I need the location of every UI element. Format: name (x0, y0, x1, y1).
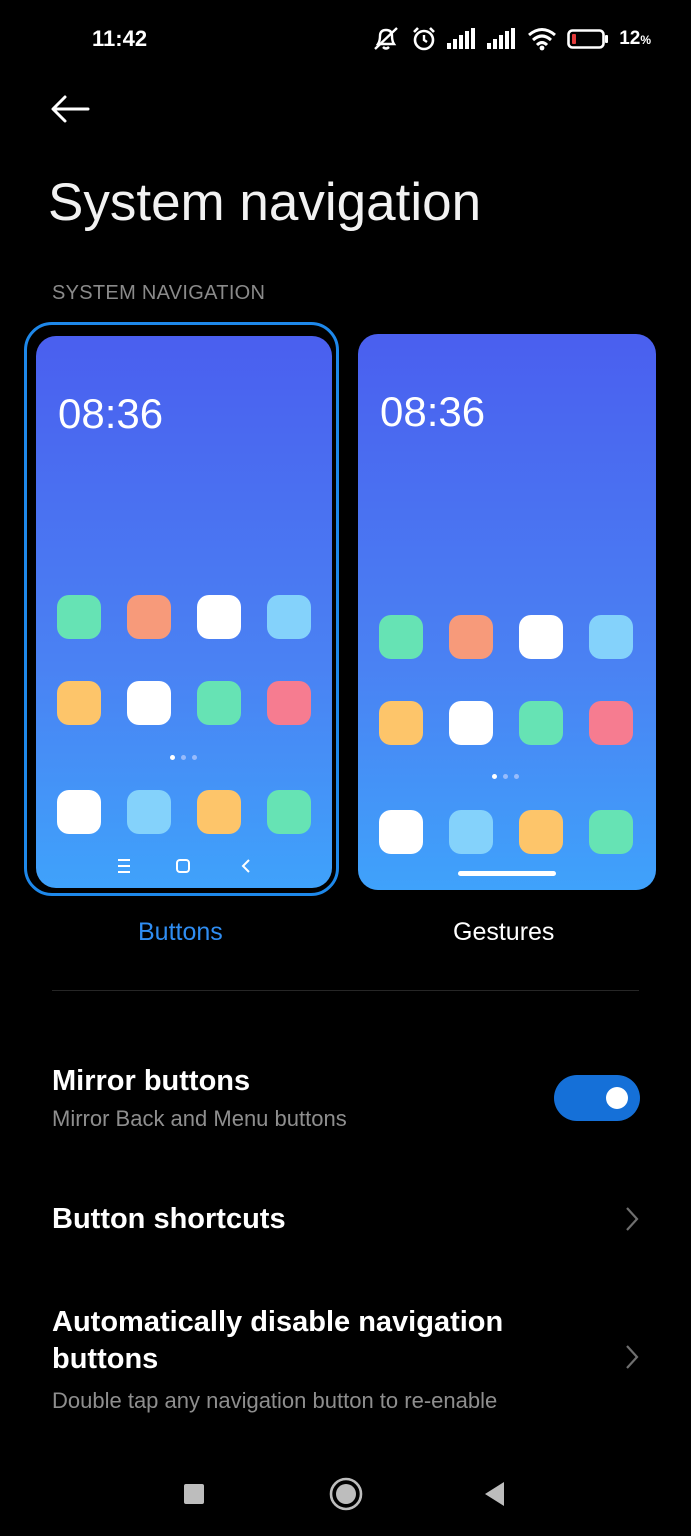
app-icon (449, 701, 493, 745)
page-indicator (170, 755, 197, 760)
gesture-bar (458, 871, 556, 876)
preview-clock: 08:36 (58, 390, 164, 437)
toggle-knob (606, 1087, 628, 1109)
auto-disable-subtitle: Double tap any navigation button to re-e… (52, 1388, 498, 1413)
auto-disable-title: Automatically disable navigation buttons (52, 1306, 504, 1375)
app-icon (267, 595, 311, 639)
app-icon (519, 701, 563, 745)
preview-nav-buttons (118, 859, 250, 873)
mirror-buttons-toggle[interactable] (554, 1075, 640, 1121)
section-label: SYSTEM NAVIGATION (52, 282, 266, 304)
home-icon (176, 859, 190, 873)
app-icon (127, 790, 171, 834)
page-indicator (492, 774, 519, 779)
chevron-right-icon (626, 1207, 639, 1231)
app-icon (267, 790, 311, 834)
app-icon (127, 595, 171, 639)
preview-clock: 08:36 (380, 388, 486, 435)
buttons-preview-card[interactable]: 08:36 (36, 336, 332, 888)
status-icons: 12% (371, 24, 651, 54)
wifi-icon (528, 28, 557, 51)
back-icon (241, 859, 250, 873)
app-icon (197, 790, 241, 834)
app-icon (589, 810, 633, 854)
app-icon (379, 615, 423, 659)
silent-alarm-icon (374, 27, 399, 50)
page-title: System navigation (48, 173, 482, 232)
mirror-buttons-title: Mirror buttons (52, 1065, 251, 1097)
mirror-buttons-subtitle: Mirror Back and Menu buttons (52, 1106, 347, 1131)
app-icon (449, 615, 493, 659)
menu-icon (118, 859, 130, 873)
system-navigation-bar (184, 1477, 504, 1511)
mirror-buttons-row[interactable]: Mirror buttons Mirror Back and Menu butt… (52, 1063, 532, 1132)
recents-icon (184, 1484, 204, 1504)
app-icon (57, 595, 101, 639)
app-icon (127, 681, 171, 725)
battery-percentage: 12% (619, 28, 651, 49)
home-icon (329, 1477, 363, 1511)
signal-icon (487, 28, 516, 49)
divider (52, 990, 639, 991)
chevron-right-icon (626, 1345, 639, 1369)
app-icon (449, 810, 493, 854)
app-icon (589, 615, 633, 659)
back-icon (485, 1482, 504, 1506)
signal-icon (447, 28, 476, 49)
option-label-gestures[interactable]: Gestures (453, 918, 554, 947)
app-icon (267, 681, 311, 725)
app-icon (379, 701, 423, 745)
alarm-icon (413, 27, 436, 51)
app-icon (57, 790, 101, 834)
app-icon (197, 595, 241, 639)
app-icon (57, 681, 101, 725)
back-arrow-icon[interactable] (48, 92, 92, 126)
auto-disable-row[interactable]: Automatically disable navigation buttons… (52, 1304, 572, 1414)
app-icon (589, 701, 633, 745)
app-icon (519, 810, 563, 854)
app-icon (519, 615, 563, 659)
button-shortcuts-row[interactable]: Button shortcuts (52, 1201, 532, 1238)
battery-icon (567, 29, 609, 49)
button-shortcuts-title: Button shortcuts (52, 1203, 286, 1235)
gestures-preview-card[interactable]: 08:36 (358, 334, 656, 890)
app-icon (379, 810, 423, 854)
option-label-buttons[interactable]: Buttons (138, 918, 223, 947)
status-time: 11:42 (92, 26, 148, 51)
app-icon (197, 681, 241, 725)
